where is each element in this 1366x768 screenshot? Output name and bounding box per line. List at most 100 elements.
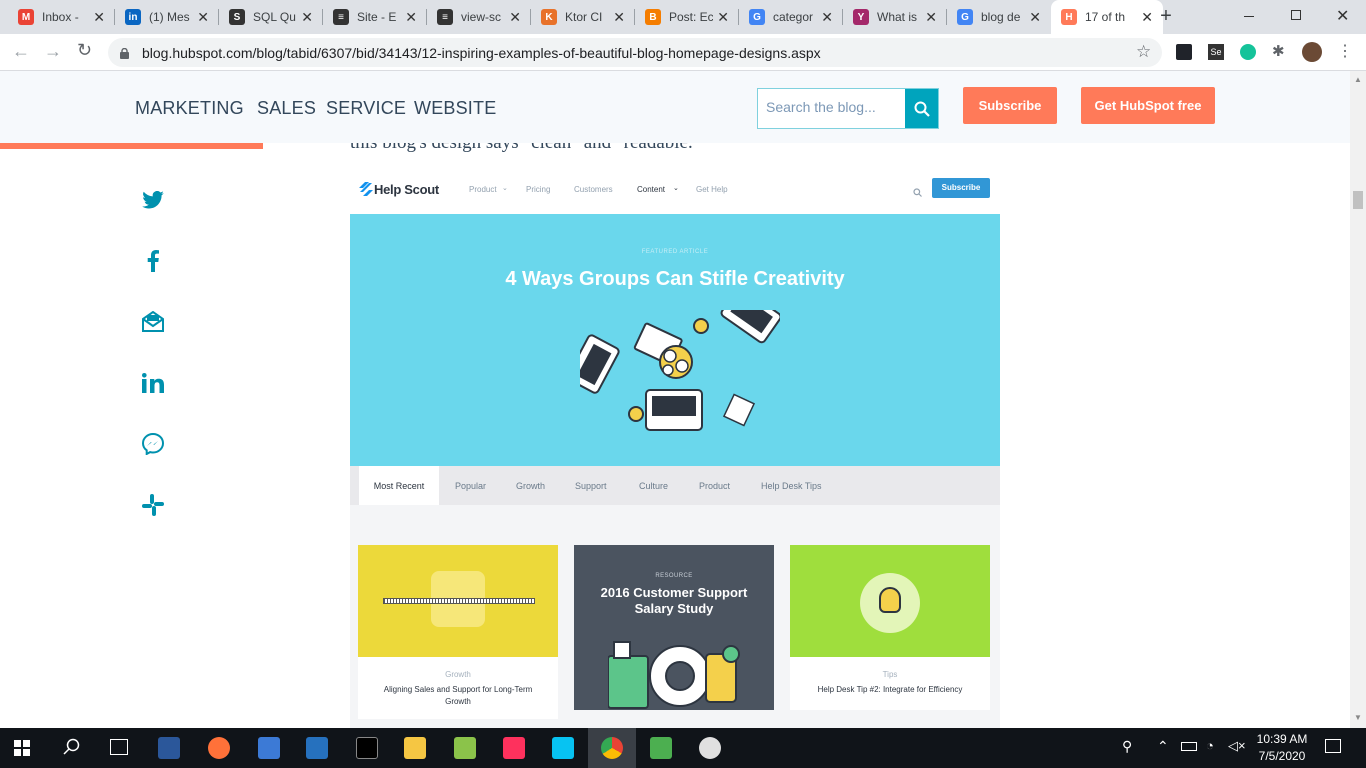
word-icon[interactable] <box>158 737 180 759</box>
clock-date[interactable]: 7/5/2020 <box>1254 749 1310 763</box>
browser-tab-title: Site - E <box>357 10 397 24</box>
windows-start-icon[interactable] <box>14 740 30 756</box>
browser-tab[interactable]: Y What is ✕ <box>843 0 947 34</box>
close-tab-icon[interactable]: ✕ <box>613 9 625 26</box>
messenger-share[interactable] <box>140 431 166 457</box>
paint-icon[interactable] <box>699 737 721 759</box>
battery-icon[interactable] <box>1181 742 1197 751</box>
browser-tab[interactable]: in (1) Mes ✕ <box>115 0 219 34</box>
close-window-icon[interactable]: ✕ <box>1336 6 1349 26</box>
restore-icon[interactable] <box>1291 10 1301 20</box>
minimize-icon[interactable] <box>1244 16 1254 17</box>
network-tool-icon[interactable] <box>258 737 280 759</box>
nav-service[interactable]: SERVICE <box>326 98 406 119</box>
article-card: Growth Aligning Sales and Support for Lo… <box>358 545 558 719</box>
search-button[interactable] <box>905 89 938 128</box>
chrome-icon[interactable] <box>601 737 623 759</box>
nav-sales[interactable]: SALES <box>257 98 316 119</box>
browser-tab-title: 17 of th <box>1085 10 1126 24</box>
calculator-lifebuoy-illustration <box>608 641 740 709</box>
close-tab-icon[interactable]: ✕ <box>301 9 313 26</box>
wifi-icon[interactable]: ◔ <box>1206 738 1214 753</box>
facebook-share[interactable] <box>140 248 166 274</box>
blogger-icon: B <box>645 9 661 25</box>
cube-app-icon[interactable] <box>650 737 672 759</box>
page-scrollbar[interactable]: ▲ ▼ <box>1350 71 1366 728</box>
card-category: Growth <box>445 670 471 679</box>
browser-tab[interactable]: B Post: Ec ✕ <box>635 0 739 34</box>
close-tab-icon[interactable]: ✕ <box>1029 9 1041 26</box>
notepad-plus-icon[interactable] <box>454 737 476 759</box>
close-tab-icon[interactable]: ✕ <box>1141 9 1153 26</box>
linkedin-share[interactable] <box>140 370 166 396</box>
close-tab-icon[interactable]: ✕ <box>717 9 729 26</box>
subscribe-button[interactable]: Subscribe <box>963 87 1057 124</box>
people-icon[interactable]: ⚲ <box>1122 738 1132 755</box>
windows-taskbar: ⚲ ⌃ ◔ ◁× 10:39 AM 7/5/2020 <box>0 728 1366 768</box>
chevron-up-icon[interactable]: ⌃ <box>1157 738 1169 755</box>
card-title: Aligning Sales and Support for Long-Term… <box>383 685 533 706</box>
browser-tab[interactable]: M Inbox - ✕ <box>8 0 115 34</box>
webstorm-icon[interactable] <box>552 737 574 759</box>
address-bar[interactable]: blog.hubspot.com/blog/tabid/6307/bid/341… <box>108 38 1162 67</box>
volume-muted-icon[interactable]: ◁× <box>1228 738 1246 754</box>
hs-menu-product: Product <box>469 185 497 194</box>
profile-avatar[interactable] <box>1302 42 1322 62</box>
hubspot-icon: H <box>1061 9 1077 25</box>
back-icon[interactable]: ← <box>12 41 30 62</box>
chevron-down-icon: ⌄ <box>502 185 508 192</box>
reload-icon[interactable]: ↻ <box>77 40 92 61</box>
card-category: Tips <box>882 670 898 679</box>
nav-website[interactable]: WEBSITE <box>414 98 496 119</box>
task-view-icon[interactable] <box>110 739 128 755</box>
close-tab-icon[interactable]: ✕ <box>197 9 209 26</box>
notifications-icon[interactable] <box>1325 739 1341 753</box>
close-tab-icon[interactable]: ✕ <box>925 9 937 26</box>
extensions-icon[interactable]: ✱ <box>1272 42 1285 60</box>
tab-popular: Popular <box>455 480 487 491</box>
clock-time[interactable]: 10:39 AM <box>1254 732 1310 746</box>
forward-icon[interactable]: → <box>44 41 62 62</box>
article-card: Tips Help Desk Tip #2: Integrate for Eff… <box>790 545 990 710</box>
helpscout-header: Help Scout Product ⌄ Pricing Customers C… <box>350 169 1000 214</box>
bookmark-star-icon[interactable]: ☆ <box>1136 42 1151 62</box>
nav-marketing[interactable]: MARKETING <box>135 98 244 119</box>
browser-tab[interactable]: S SQL Qu ✕ <box>219 0 323 34</box>
browser-tab[interactable]: K Ktor CI ✕ <box>531 0 635 34</box>
close-tab-icon[interactable]: ✕ <box>93 9 105 26</box>
browser-tab[interactable]: ≡ Site - E ✕ <box>323 0 427 34</box>
file-explorer-icon[interactable] <box>404 737 426 759</box>
close-tab-icon[interactable]: ✕ <box>509 9 521 26</box>
twitter-share[interactable] <box>140 187 166 213</box>
sql-icon: S <box>229 9 245 25</box>
terminal-icon[interactable] <box>356 737 378 759</box>
blog-search-input[interactable] <box>766 99 896 115</box>
get-hubspot-free-button[interactable]: Get HubSpot free <box>1081 87 1215 124</box>
more-menu-icon[interactable]: ⋮ <box>1337 41 1353 61</box>
scrollbar-thumb[interactable] <box>1353 191 1363 209</box>
new-tab-button[interactable]: + <box>1156 6 1176 26</box>
browser-tab-title: categor <box>773 10 814 24</box>
powershell-icon[interactable] <box>306 737 328 759</box>
selenium-extension-icon[interactable]: Se <box>1208 44 1224 60</box>
card-image <box>790 545 990 657</box>
helpscout-logo-icon <box>359 182 373 196</box>
slack-share[interactable] <box>140 492 166 518</box>
browser-tab[interactable]: ≡ view-sc ✕ <box>427 0 531 34</box>
grammarly-icon[interactable] <box>1240 44 1256 60</box>
close-tab-icon[interactable]: ✕ <box>821 9 833 26</box>
browser-tab[interactable]: H 17 of th ✕ <box>1051 0 1163 34</box>
email-share[interactable] <box>140 309 166 335</box>
search-icon[interactable] <box>63 738 81 761</box>
firefox-icon[interactable] <box>208 737 230 759</box>
helpscout-logo: Help Scout <box>374 182 439 197</box>
category-tabs: Most Recent Popular Growth Support Cultu… <box>350 466 1000 505</box>
hs-menu-customers: Customers <box>574 185 613 194</box>
intellij-icon[interactable] <box>503 737 525 759</box>
browser-tab[interactable]: Gcategor ✕ <box>739 0 843 34</box>
browser-tab[interactable]: Gblog de ✕ <box>947 0 1051 34</box>
react-extension-icon[interactable] <box>1176 44 1192 60</box>
lightbulb-icon <box>879 587 901 613</box>
close-tab-icon[interactable]: ✕ <box>405 9 417 26</box>
site-icon: ≡ <box>333 9 349 25</box>
